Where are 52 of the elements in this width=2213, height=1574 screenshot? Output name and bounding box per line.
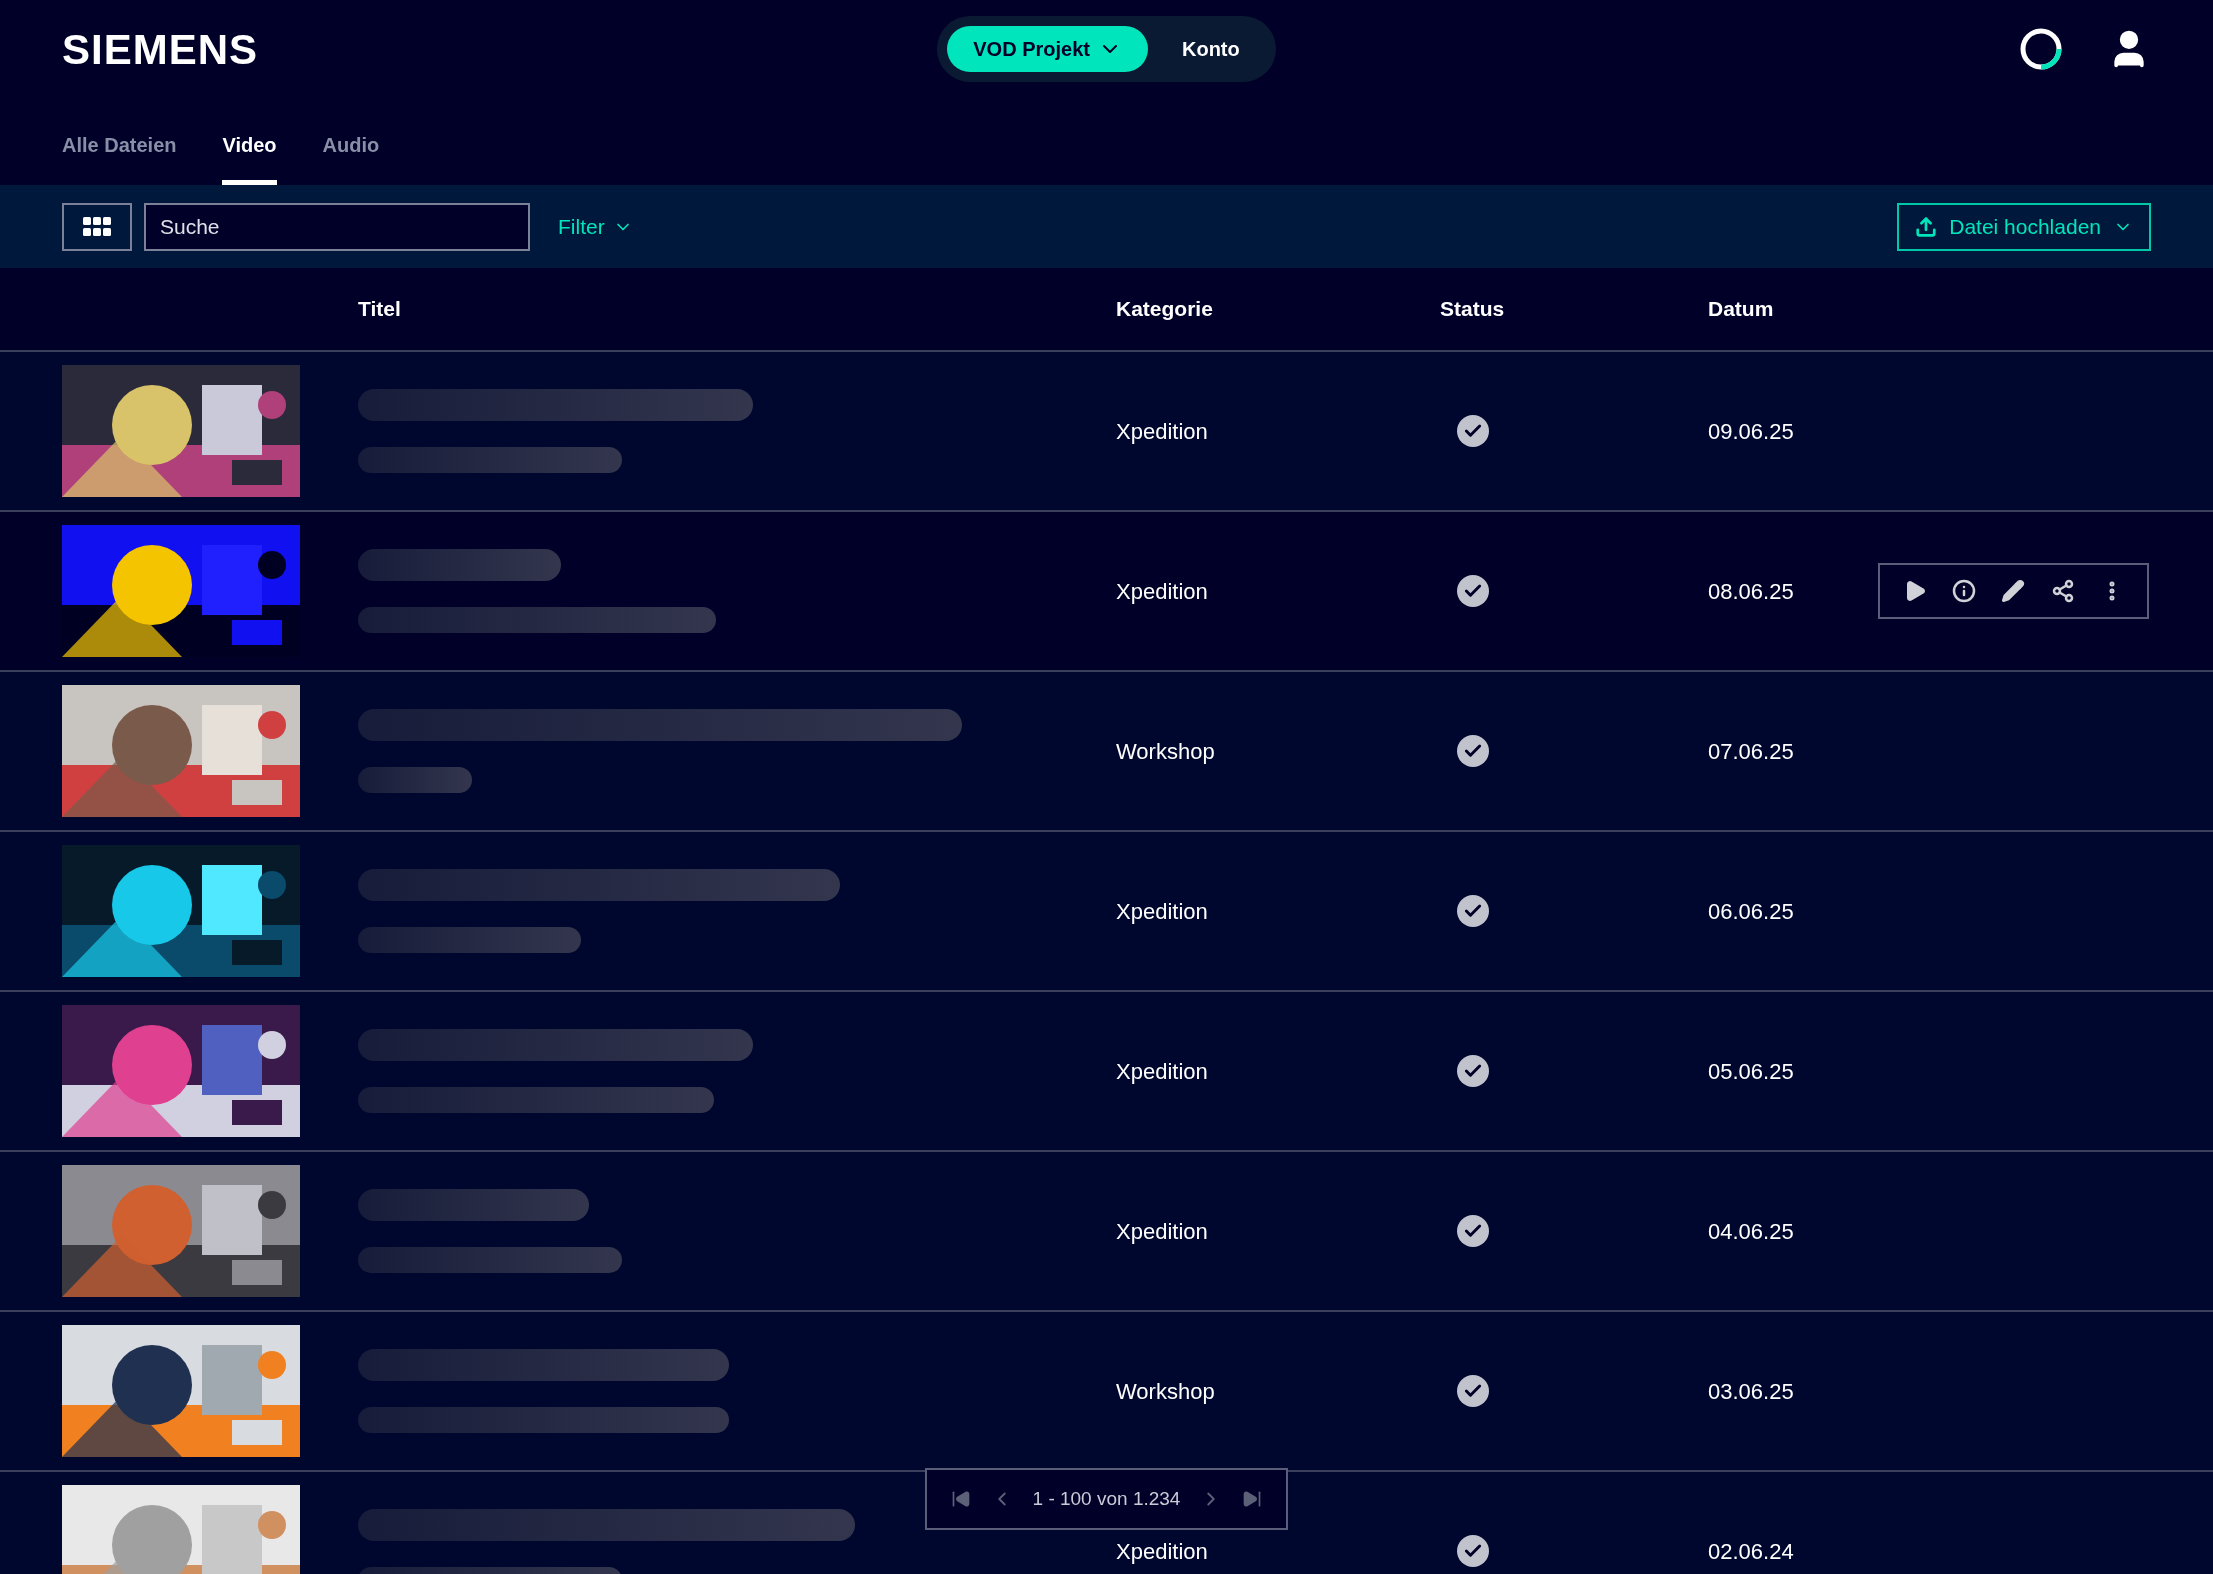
siemens-logo: SIEMENS (62, 24, 260, 75)
category-cell-text: Xpedition (1116, 1217, 1209, 1246)
check-icon (1457, 415, 1489, 447)
table-row[interactable]: Workshop 07.06.25 (0, 672, 2213, 832)
search-field[interactable]: Suche (144, 202, 530, 251)
date-cell-text: 04.06.25 (1708, 1217, 1795, 1246)
check-icon (1457, 1215, 1489, 1247)
table-row[interactable]: Xpedition 09.06.25 (0, 352, 2213, 512)
edit-icon[interactable] (2001, 579, 2026, 603)
date-cell-text: 02.06.24 (1708, 1537, 1795, 1566)
category-cell-text: Xpedition (1116, 577, 1209, 606)
grid-view-button[interactable] (62, 202, 132, 251)
column-header: Kategorie (1116, 296, 1214, 323)
filter-button[interactable]: Filter (558, 210, 633, 243)
tab[interactable]: Audio (322, 130, 380, 185)
category-cell-text: Workshop (1116, 1377, 1216, 1406)
column-header: Titel (358, 296, 402, 323)
category-cell-text: Xpedition (1116, 897, 1209, 926)
info-icon[interactable] (1952, 579, 1977, 603)
date-cell-text: 07.06.25 (1708, 737, 1795, 766)
category-cell-text: Xpedition (1116, 417, 1209, 446)
table-row[interactable]: Xpedition 06.06.25 (0, 832, 2213, 992)
date-cell-text: 05.06.25 (1708, 1057, 1795, 1086)
date-cell-text: 03.06.25 (1708, 1377, 1795, 1406)
share-icon[interactable] (2050, 579, 2075, 603)
table-row[interactable]: Xpedition 05.06.25 (0, 992, 2213, 1152)
check-icon (1457, 1375, 1489, 1407)
first-page-icon[interactable] (950, 1489, 971, 1509)
category-cell-text: Xpedition (1116, 1537, 1209, 1566)
date-cell-text: 06.06.25 (1708, 897, 1795, 926)
loading-ring-icon (2019, 27, 2063, 71)
column-header: Datum (1708, 296, 1774, 323)
date-cell-text: 08.06.25 (1708, 577, 1795, 606)
switch-option[interactable]: Konto (1155, 26, 1266, 72)
check-icon (1457, 575, 1489, 607)
category-cell-text: Xpedition (1116, 1057, 1209, 1086)
check-icon (1457, 895, 1489, 927)
upload-icon (1915, 215, 1938, 238)
page-range: 1 - 100 von 1.234 (1032, 1486, 1181, 1511)
check-icon (1457, 1535, 1489, 1567)
table-row[interactable]: Xpedition 04.06.25 (0, 1152, 2213, 1312)
check-icon (1457, 1055, 1489, 1087)
table-row[interactable]: Workshop 03.06.25 (0, 1312, 2213, 1472)
switch-option[interactable]: VOD Projekt (947, 26, 1148, 72)
column-header: Status (1440, 296, 1506, 323)
date-cell-text: 09.06.25 (1708, 417, 1795, 446)
grid-icon (83, 216, 111, 237)
tab[interactable]: Alle Dateien (62, 130, 177, 185)
last-page-icon[interactable] (1242, 1489, 1263, 1509)
category-cell-text: Workshop (1116, 737, 1216, 766)
upload-button[interactable]: Datei hochladen (1897, 202, 2151, 251)
check-icon (1457, 735, 1489, 767)
